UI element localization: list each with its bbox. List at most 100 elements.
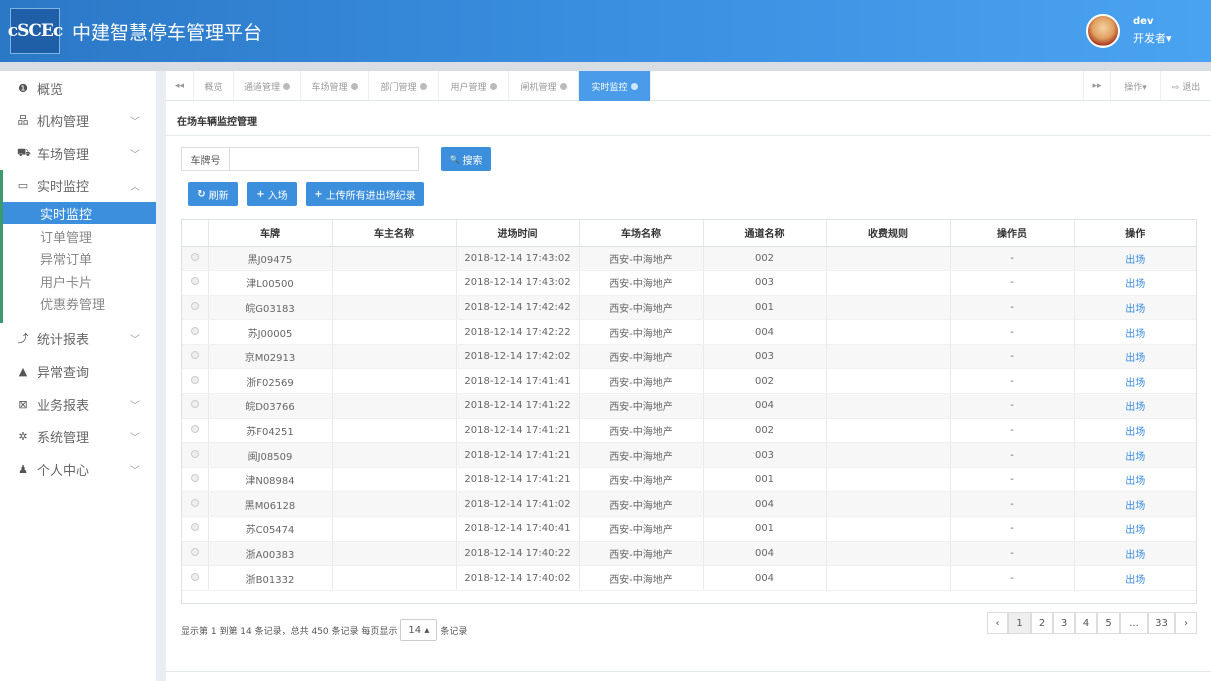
cell-action[interactable]: 出场 (1074, 393, 1196, 419)
cell-action[interactable]: 出场 (1074, 344, 1196, 370)
user-avatar[interactable] (1086, 14, 1120, 48)
row-radio[interactable] (190, 301, 199, 310)
page-1-button[interactable]: 1 (1008, 612, 1031, 634)
cell-action[interactable]: 出场 (1074, 491, 1196, 518)
col-park-name[interactable]: 车场名称 (579, 220, 704, 247)
tab-scroll-left-icon[interactable]: ◂◂ (166, 71, 194, 101)
refresh-button[interactable]: ↻ 刷新 (188, 182, 238, 206)
row-select[interactable] (182, 368, 209, 395)
row-select[interactable] (182, 246, 209, 272)
row-select[interactable] (182, 565, 209, 591)
table-row[interactable]: 浙F02569 2018-12-14 17:41:41 西安-中海地产 002 - 出场 (182, 368, 1196, 395)
row-select[interactable] (182, 295, 209, 321)
col-operator[interactable]: 操作员 (950, 220, 1075, 247)
sidebar-subitem-coupons[interactable]: 优惠券管理 (3, 292, 156, 314)
sidebar-item-profile[interactable]: ♟ 个人中心 ﹀ (0, 453, 156, 485)
sidebar-item-stats[interactable]: ⤴ 统计报表 ﹀ (0, 322, 156, 354)
tab-gates[interactable]: 闸机管理 (509, 71, 579, 101)
close-icon[interactable] (559, 82, 567, 90)
tab-actions-dropdown[interactable]: 操作▾ (1111, 71, 1161, 101)
page-33-button[interactable]: 33 (1148, 612, 1175, 634)
user-role-dropdown[interactable]: 开发者▾ (1133, 30, 1172, 46)
table-row[interactable]: 黑J09475 2018-12-14 17:43:02 西安-中海地产 002 - 出场 (182, 246, 1196, 272)
sidebar-item-overview[interactable]: ❶ 概览 (0, 72, 156, 104)
row-radio[interactable] (190, 474, 199, 483)
row-select[interactable] (182, 516, 209, 542)
sidebar-item-system[interactable]: ✲ 系统管理 ﹀ (0, 420, 156, 452)
table-row[interactable]: 津N08984 2018-12-14 17:41:21 西安-中海地产 001 - 出场 (182, 467, 1196, 493)
row-radio[interactable] (190, 326, 199, 335)
plate-search-input[interactable] (229, 147, 419, 171)
tab-overview[interactable]: 概览 (194, 71, 234, 101)
cell-action[interactable]: 出场 (1074, 368, 1196, 395)
user-name[interactable]: dev (1133, 16, 1153, 27)
page-3-button[interactable]: 3 (1053, 612, 1075, 634)
page-5-button[interactable]: 5 (1097, 612, 1120, 634)
row-radio[interactable] (190, 523, 199, 532)
col-channel[interactable]: 通道名称 (703, 220, 827, 247)
tab-users[interactable]: 用户管理 (439, 71, 509, 101)
row-radio[interactable] (190, 400, 199, 409)
page-size-select[interactable]: 14 ▴ (400, 619, 438, 641)
row-radio[interactable] (190, 572, 199, 581)
sidebar-item-parking[interactable]: ⛟ 车场管理 ﹀ (0, 137, 156, 169)
row-radio[interactable] (190, 547, 199, 556)
page-next-button[interactable]: › (1175, 612, 1197, 634)
logout-button[interactable]: ⇨ 退出 (1161, 71, 1211, 101)
row-select[interactable] (182, 418, 209, 444)
row-radio[interactable] (190, 252, 199, 261)
tab-realtime-monitor[interactable]: 实时监控 (579, 71, 651, 101)
sidebar-subitem-realtime[interactable]: 实时监控 (3, 202, 156, 224)
table-row[interactable]: 苏F04251 2018-12-14 17:41:21 西安-中海地产 002 - 出场 (182, 418, 1196, 444)
row-select[interactable] (182, 393, 209, 419)
sidebar-subitem-abnormal-orders[interactable]: 异常订单 (3, 247, 156, 269)
close-icon[interactable] (489, 82, 497, 90)
tab-department[interactable]: 部门管理 (369, 71, 439, 101)
row-radio[interactable] (190, 375, 199, 384)
table-row[interactable]: 皖G03183 2018-12-14 17:42:42 西安-中海地产 001 - 出场 (182, 295, 1196, 321)
row-radio[interactable] (190, 449, 199, 458)
col-entry-time[interactable]: 进场时间 (456, 220, 580, 247)
row-select[interactable] (182, 319, 209, 345)
cell-action[interactable]: 出场 (1074, 319, 1196, 345)
sidebar-subitem-orders[interactable]: 订单管理 (3, 225, 156, 247)
close-icon[interactable] (419, 82, 427, 90)
table-row[interactable]: 浙A00383 2018-12-14 17:40:22 西安-中海地产 004 - 出场 (182, 541, 1196, 567)
close-icon[interactable] (283, 82, 290, 90)
row-radio[interactable] (190, 424, 199, 433)
cell-action[interactable]: 出场 (1074, 295, 1196, 321)
table-row[interactable]: 津L00500 2018-12-14 17:43:02 西安-中海地产 003 - 出场 (182, 270, 1196, 296)
col-owner[interactable]: 车主名称 (332, 220, 457, 247)
sidebar-item-exceptions[interactable]: ▲ 异常查询 (0, 355, 156, 387)
search-button[interactable]: 🔍 搜索 (441, 147, 491, 171)
sidebar-subitem-user-cards[interactable]: 用户卡片 (3, 270, 156, 292)
cell-action[interactable]: 出场 (1074, 270, 1196, 296)
table-row[interactable]: 皖D03766 2018-12-14 17:41:22 西安-中海地产 004 - 出场 (182, 393, 1196, 419)
upload-records-button[interactable]: + 上传所有进出场纪录 (306, 182, 424, 206)
table-row[interactable]: 京M02913 2018-12-14 17:42:02 西安-中海地产 003 - 出场 (182, 344, 1196, 370)
row-select[interactable] (182, 491, 209, 518)
sidebar-item-business-reports[interactable]: ⊠ 业务报表 ﹀ (0, 388, 156, 420)
row-select[interactable] (182, 467, 209, 493)
table-row[interactable]: 苏J00005 2018-12-14 17:42:22 西安-中海地产 004 - 出场 (182, 319, 1196, 345)
table-row[interactable]: 闽J08509 2018-12-14 17:41:21 西安-中海地产 003 - 出场 (182, 442, 1196, 468)
table-row[interactable]: 苏C05474 2018-12-14 17:40:41 西安-中海地产 001 - 出场 (182, 516, 1196, 542)
cell-action[interactable]: 出场 (1074, 565, 1196, 591)
cell-action[interactable]: 出场 (1074, 541, 1196, 567)
page-2-button[interactable]: 2 (1031, 612, 1053, 634)
cell-action[interactable]: 出场 (1074, 467, 1196, 493)
cell-action[interactable]: 出场 (1074, 442, 1196, 468)
table-row[interactable]: 浙B01332 2018-12-14 17:40:02 西安-中海地产 004 - 出场 (182, 565, 1196, 591)
tab-scroll-right-icon[interactable]: ▸▸ (1083, 71, 1111, 101)
tab-channel[interactable]: 通道管理 (234, 71, 301, 101)
close-icon[interactable] (350, 82, 358, 90)
row-radio[interactable] (190, 498, 199, 507)
row-select[interactable] (182, 270, 209, 296)
cell-action[interactable]: 出场 (1074, 418, 1196, 444)
col-fee-rule[interactable]: 收费规则 (826, 220, 951, 247)
cell-action[interactable]: 出场 (1074, 516, 1196, 542)
page-4-button[interactable]: 4 (1075, 612, 1097, 634)
row-radio[interactable] (190, 351, 199, 360)
row-radio[interactable] (190, 277, 199, 286)
close-icon[interactable] (630, 82, 638, 90)
